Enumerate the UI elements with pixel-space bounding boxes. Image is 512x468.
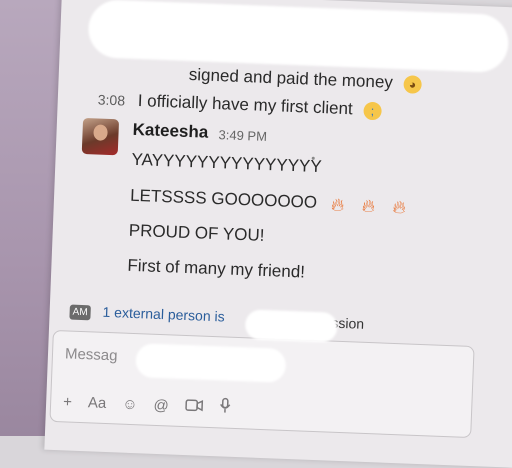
format-button[interactable]: Aa bbox=[88, 394, 107, 412]
redaction-overlay bbox=[135, 343, 287, 383]
plus-icon[interactable]: + bbox=[63, 393, 72, 410]
external-notice[interactable]: AM 1 external person is bbox=[69, 303, 225, 326]
message-line-2: 3:08 I officially have my first client ; bbox=[97, 89, 382, 120]
microphone-icon[interactable] bbox=[218, 397, 231, 417]
message-proud: PROUD OF YOU! bbox=[128, 220, 265, 245]
redaction-overlay bbox=[87, 0, 510, 74]
message-first-of-many: First of many my friend! bbox=[127, 255, 306, 282]
emoji-icon[interactable]: ☺ bbox=[122, 395, 138, 413]
message-input[interactable]: Messag bbox=[65, 345, 118, 364]
message-text: I officially have my first client bbox=[137, 90, 354, 119]
mention-icon[interactable]: @ bbox=[153, 396, 169, 414]
message-text: signed and paid the money bbox=[188, 64, 394, 92]
message-timestamp[interactable]: 3:49 PM bbox=[218, 127, 267, 144]
emoji-worried-face-icon: ◕ bbox=[403, 74, 422, 94]
message-letsgo: LETSSSS GOOOOOOO 🔥︎ 🔥︎ 🔥︎ bbox=[130, 186, 410, 217]
message-yay: YAYYYYYYYYYYYYYYY bbox=[131, 149, 323, 177]
avatar[interactable] bbox=[81, 117, 120, 156]
composer-toolbar: + Aa ☺ @ bbox=[63, 391, 231, 417]
external-notice-text[interactable]: 1 external person is bbox=[102, 304, 225, 325]
am-badge: AM bbox=[69, 304, 91, 321]
author-name[interactable]: Kateesha bbox=[132, 120, 208, 143]
redaction-overlay bbox=[244, 309, 338, 343]
fire-icon: 🔥︎ bbox=[392, 196, 407, 217]
fire-icon: 🔥︎ bbox=[330, 194, 345, 215]
slack-window: signed and paid the money ◕ 3:08 I offic… bbox=[44, 0, 512, 468]
video-icon[interactable] bbox=[184, 398, 203, 416]
message-line-1: signed and paid the money ◕ bbox=[188, 64, 422, 94]
message-composer[interactable]: Messag + Aa ☺ @ bbox=[49, 329, 475, 439]
message-time[interactable]: 3:08 bbox=[98, 91, 126, 108]
emoji-crying-face-icon: ; bbox=[363, 101, 382, 120]
message-text: LETSSSS GOOOOOOO bbox=[129, 185, 318, 212]
fire-icon: 🔥︎ bbox=[361, 195, 376, 216]
